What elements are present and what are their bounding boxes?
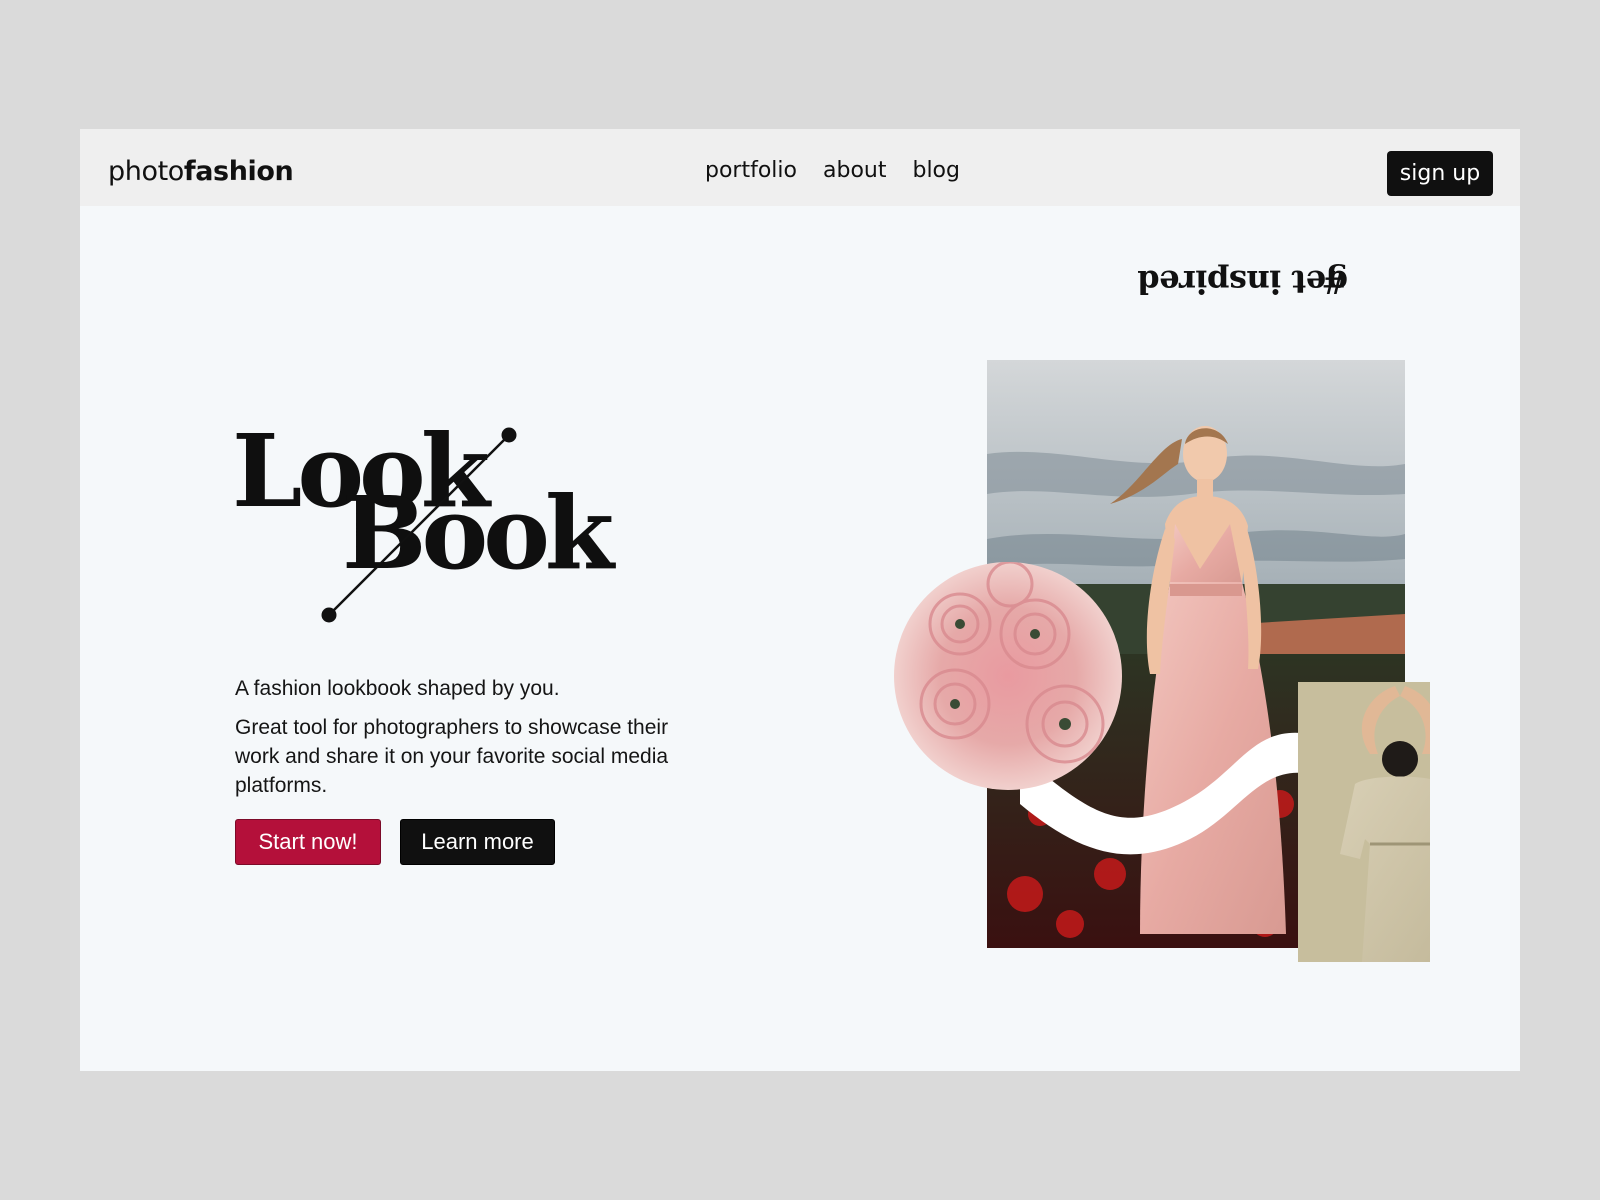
roses-photo-circle: [894, 562, 1122, 790]
get-inspired-label: get inspired: [1137, 263, 1348, 301]
landing-page: photofashion portfolio about blog sign u…: [80, 129, 1520, 1071]
learn-more-button[interactable]: Learn more: [400, 819, 555, 865]
get-inspired-vertical-text: # get inspired: [1138, 263, 1352, 577]
brand-logo-bold: fashion: [183, 156, 294, 187]
diagonal-line-decoration: [321, 427, 517, 623]
hero-description: Great tool for photographers to showcase…: [235, 716, 669, 797]
hero-title: Look Book: [232, 421, 702, 651]
brand-logo[interactable]: photofashion: [108, 156, 294, 187]
start-now-button[interactable]: Start now!: [235, 819, 381, 865]
nav-link-portfolio[interactable]: portfolio: [705, 158, 797, 183]
nav-link-about[interactable]: about: [823, 158, 886, 183]
nav-link-blog[interactable]: blog: [912, 158, 960, 183]
hero-tagline: A fashion lookbook shaped by you.: [235, 677, 560, 700]
second-model-photo: [1298, 682, 1430, 962]
signup-button[interactable]: sign up: [1387, 151, 1493, 196]
nav-links: portfolio about blog: [705, 158, 960, 183]
brand-logo-light: photo: [108, 156, 184, 187]
top-nav: photofashion portfolio about blog sign u…: [80, 129, 1520, 206]
